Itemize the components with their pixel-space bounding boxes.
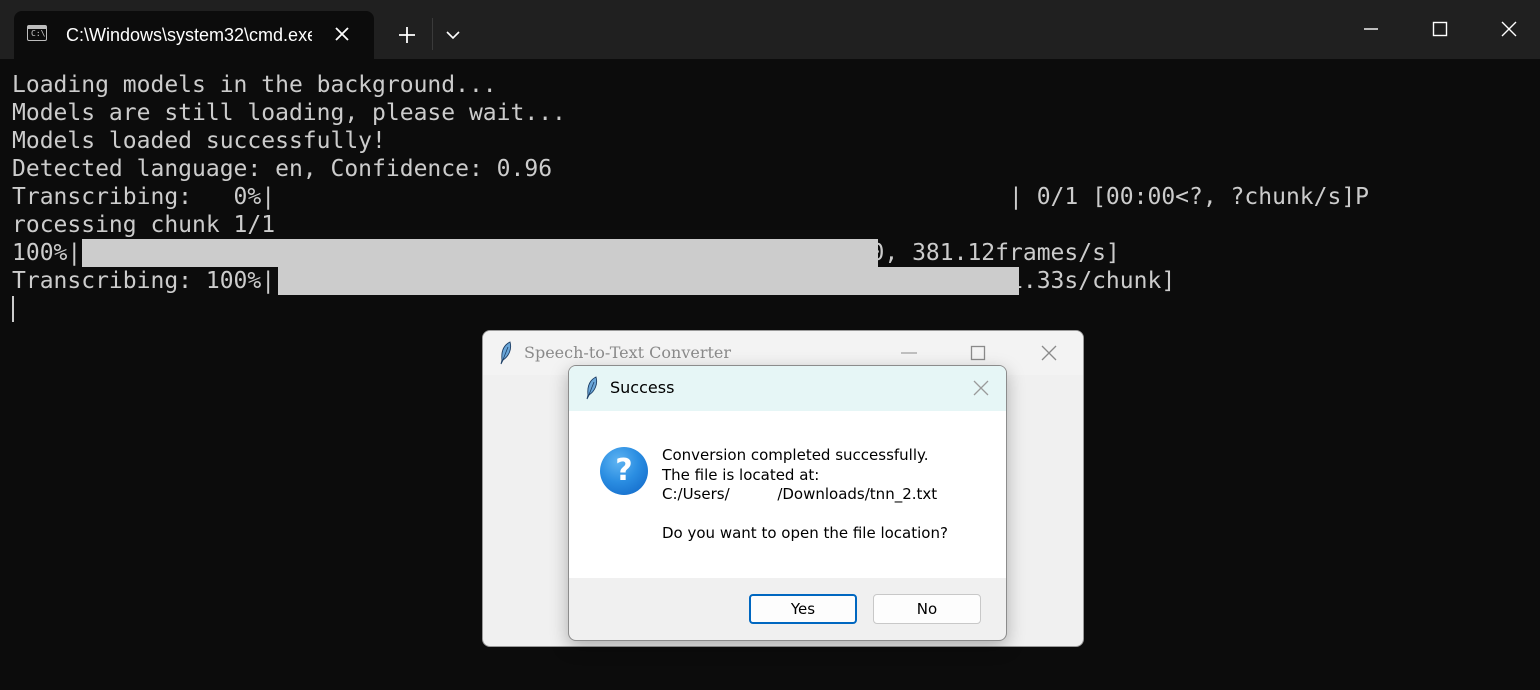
dialog-titlebar: Success bbox=[569, 366, 1006, 411]
terminal-line: Models loaded successfully! bbox=[12, 128, 386, 154]
close-icon[interactable] bbox=[332, 24, 352, 44]
progress-bar-frames bbox=[82, 239, 878, 267]
question-icon: ? bbox=[600, 447, 648, 495]
progress-bar-transcribing bbox=[278, 267, 1019, 295]
yes-button[interactable]: Yes bbox=[749, 594, 857, 624]
feather-icon bbox=[500, 341, 512, 365]
close-icon[interactable] bbox=[971, 378, 991, 398]
dialog-title: Success bbox=[610, 378, 675, 397]
dialog-message: Conversion completed successfully. The f… bbox=[662, 446, 948, 544]
terminal-cursor bbox=[12, 296, 14, 322]
terminal-titlebar: C:\ C:\Windows\system32\cmd.exe bbox=[0, 0, 1540, 59]
message-line: C:/Users/ /Downloads/tnn_2.txt bbox=[662, 485, 938, 503]
tab-separator bbox=[432, 18, 433, 50]
maximize-icon[interactable] bbox=[1430, 19, 1450, 39]
message-line: Do you want to open the file location? bbox=[662, 524, 948, 542]
feather-icon bbox=[586, 376, 598, 400]
minimize-icon[interactable] bbox=[898, 342, 920, 364]
terminal-line: Transcribing: 0%| | 0/1 [00:00<?, ?chunk… bbox=[12, 184, 1370, 210]
close-icon[interactable] bbox=[1499, 19, 1519, 39]
terminal-line: Loading models in the background... bbox=[12, 72, 497, 98]
chevron-down-icon[interactable] bbox=[444, 28, 462, 42]
no-button[interactable]: No bbox=[873, 594, 981, 624]
app-window-title: Speech-to-Text Converter bbox=[524, 343, 732, 362]
terminal-icon: C:\ bbox=[27, 25, 47, 41]
dialog-body: ? Conversion completed successfully. The… bbox=[569, 411, 1006, 578]
message-line: The file is located at: bbox=[662, 465, 820, 484]
tab-cmd[interactable]: C:\ C:\Windows\system32\cmd.exe bbox=[14, 11, 374, 59]
success-dialog: Success ? Conversion completed successfu… bbox=[568, 365, 1007, 641]
terminal-line: rocessing chunk 1/1 bbox=[12, 212, 276, 238]
plus-icon[interactable] bbox=[396, 24, 418, 46]
minimize-icon[interactable] bbox=[1361, 19, 1381, 39]
close-icon[interactable] bbox=[1038, 342, 1060, 364]
tab-title: C:\Windows\system32\cmd.exe bbox=[66, 25, 312, 45]
terminal-line: Detected language: en, Confidence: 0.96 bbox=[12, 156, 553, 182]
message-line: Conversion completed successfully. bbox=[662, 446, 929, 464]
terminal-line: Models are still loading, please wait... bbox=[12, 100, 566, 126]
maximize-icon[interactable] bbox=[967, 342, 989, 364]
